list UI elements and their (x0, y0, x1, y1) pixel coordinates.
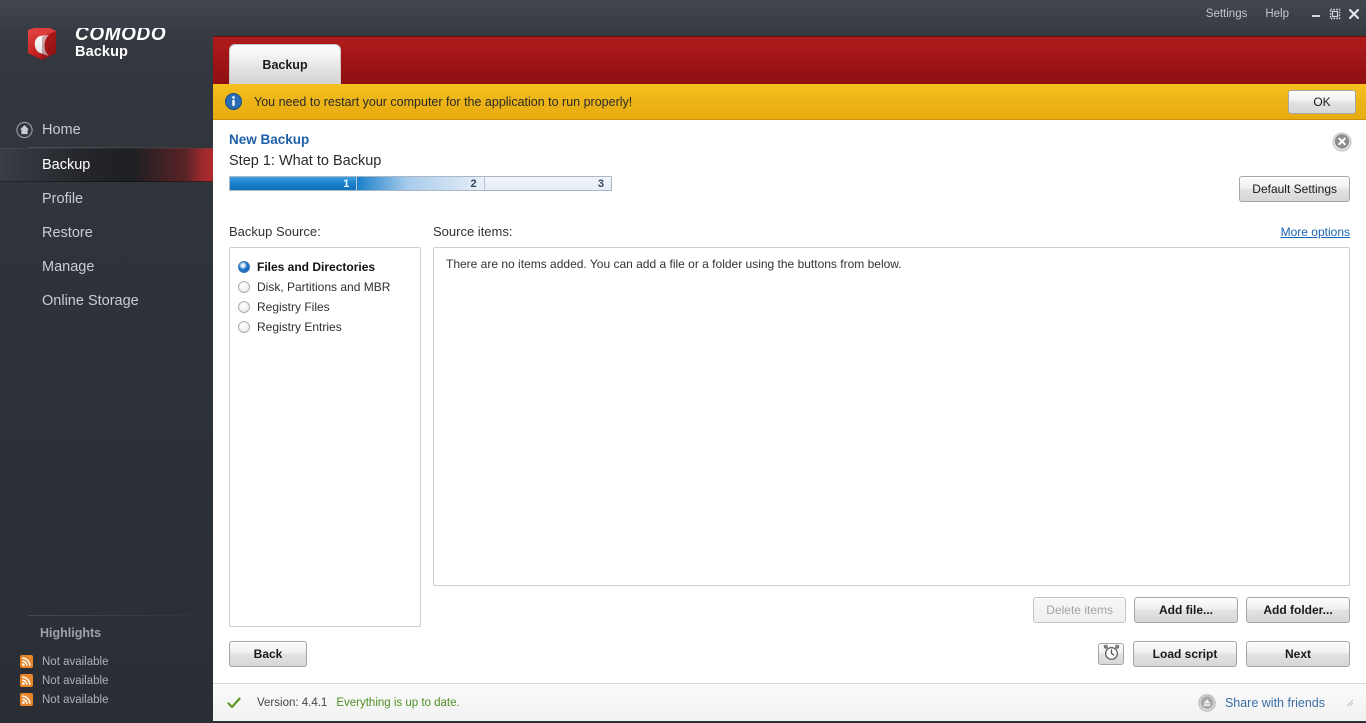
status-bar: Version: 4.4.1 Everything is up to date.… (213, 683, 1366, 721)
comodo-logo-icon (22, 22, 62, 64)
wizard-footer: Back Load script Next (229, 641, 1350, 667)
alarm-clock-icon (1103, 644, 1120, 664)
maximize-icon[interactable] (1329, 8, 1341, 20)
brand-name: COMODO (75, 24, 167, 46)
brand-product: Backup (75, 44, 128, 61)
resize-grip-icon[interactable] (1344, 696, 1354, 710)
minimize-icon[interactable] (1311, 9, 1322, 20)
share-arrow-icon (1198, 693, 1216, 712)
sidebar-item-home[interactable]: Home (0, 113, 213, 147)
help-link[interactable]: Help (1265, 8, 1289, 20)
close-icon[interactable] (1348, 8, 1360, 20)
step-segment-2: 2 (356, 177, 484, 190)
highlight-item[interactable]: Not available (0, 652, 213, 671)
radio-label: Files and Directories (257, 260, 376, 274)
notification-ok-button[interactable]: OK (1288, 89, 1356, 114)
step-segment-1: 1 (230, 177, 357, 190)
step-segment-3: 3 (483, 177, 611, 190)
close-circle-icon[interactable] (1332, 132, 1352, 152)
highlight-label: Not available (42, 674, 109, 687)
load-script-button[interactable]: Load script (1133, 641, 1237, 667)
radio-indicator-icon (238, 261, 250, 273)
update-status-label: Everything is up to date. (336, 696, 460, 709)
notification-bar: You need to restart your computer for th… (213, 84, 1366, 120)
sidebar-item-label: Restore (42, 225, 93, 241)
window-controls (1311, 8, 1360, 20)
add-file-button[interactable]: Add file... (1134, 597, 1238, 623)
highlights-panel: Highlights Not available Not available N… (0, 615, 213, 709)
comodo-backup-window: Settings Help COMODO Backup Home Backup … (0, 0, 1366, 723)
info-icon (225, 93, 242, 110)
next-button[interactable]: Next (1246, 641, 1350, 667)
tab-strip: Backup (213, 36, 1366, 84)
empty-state-message: There are no items added. You can add a … (446, 257, 902, 271)
radio-indicator-icon (238, 281, 250, 293)
radio-files-and-directories[interactable]: Files and Directories (238, 257, 412, 277)
add-folder-button[interactable]: Add folder... (1246, 597, 1350, 623)
radio-indicator-icon (238, 301, 250, 313)
highlight-item[interactable]: Not available (0, 671, 213, 690)
back-button[interactable]: Back (229, 641, 307, 667)
rss-icon (20, 674, 33, 687)
wizard-progress: 1 2 3 (229, 176, 612, 191)
notification-text: You need to restart your computer for th… (254, 94, 633, 109)
wizard-step-title: Step 1: What to Backup (229, 153, 382, 169)
highlight-label: Not available (42, 693, 109, 706)
source-items-label: Source items: (433, 224, 513, 239)
wizard-columns: Backup Source: Files and Directories Dis… (229, 224, 1350, 627)
delete-items-button[interactable]: Delete items (1033, 597, 1126, 623)
rss-icon (20, 693, 33, 706)
schedule-button[interactable] (1098, 643, 1124, 665)
sidebar-item-label: Backup (42, 157, 91, 173)
share-label: Share with friends (1224, 695, 1325, 710)
source-items-column: Source items: More options There are no … (433, 224, 1350, 627)
check-icon (227, 696, 241, 710)
default-settings-button[interactable]: Default Settings (1239, 176, 1350, 202)
sidebar-item-restore[interactable]: Restore (0, 216, 213, 250)
radio-registry-entries[interactable]: Registry Entries (238, 317, 412, 337)
version-label: Version: 4.4.1 (257, 696, 328, 709)
sidebar-item-label: Home (42, 122, 81, 138)
sidebar-item-manage[interactable]: Manage (0, 250, 213, 284)
radio-indicator-icon (238, 321, 250, 333)
radio-label: Registry Entries (257, 320, 342, 334)
source-items-actions: Delete items Add file... Add folder... (433, 597, 1350, 623)
more-options-link[interactable]: More options (1281, 225, 1350, 239)
source-items-list[interactable]: There are no items added. You can add a … (433, 247, 1350, 586)
tab-backup[interactable]: Backup (229, 44, 341, 84)
highlights-title: Highlights (40, 626, 102, 640)
radio-disk-partitions-mbr[interactable]: Disk, Partitions and MBR (238, 277, 412, 297)
radio-label: Registry Files (257, 300, 330, 314)
backup-source-label: Backup Source: (229, 224, 321, 239)
sidebar-item-backup[interactable]: Backup (0, 148, 213, 182)
settings-link[interactable]: Settings (1206, 8, 1248, 20)
sidebar-item-profile[interactable]: Profile (0, 182, 213, 216)
rss-icon (20, 655, 33, 668)
sidebar-nav: Home Backup Profile Restore Manage Onlin… (0, 85, 213, 318)
sidebar-item-online-storage[interactable]: Online Storage (0, 284, 213, 318)
sidebar-item-label: Manage (42, 259, 95, 275)
home-icon (16, 121, 33, 139)
sidebar-item-label: Profile (42, 191, 84, 207)
tab-label: Backup (262, 57, 308, 72)
highlight-label: Not available (42, 655, 109, 668)
step-row: 1 2 3 Default Settings (229, 176, 1350, 202)
wizard-body: New Backup Step 1: What to Backup 1 2 3 … (213, 120, 1366, 683)
sidebar: Home Backup Profile Restore Manage Onlin… (0, 85, 213, 723)
brand: COMODO Backup (22, 22, 166, 64)
backup-source-list: Files and Directories Disk, Partitions a… (229, 247, 421, 627)
highlight-item[interactable]: Not available (0, 690, 213, 709)
page-title: New Backup (229, 132, 310, 147)
sidebar-item-label: Online Storage (42, 293, 139, 309)
share-with-friends-button[interactable]: Share with friends (1198, 693, 1354, 712)
content-area: Backup You need to restart your computer… (213, 36, 1366, 723)
backup-source-column: Backup Source: Files and Directories Dis… (229, 224, 421, 627)
title-bar: Settings Help (0, 0, 1366, 28)
radio-registry-files[interactable]: Registry Files (238, 297, 412, 317)
radio-label: Disk, Partitions and MBR (257, 280, 391, 294)
